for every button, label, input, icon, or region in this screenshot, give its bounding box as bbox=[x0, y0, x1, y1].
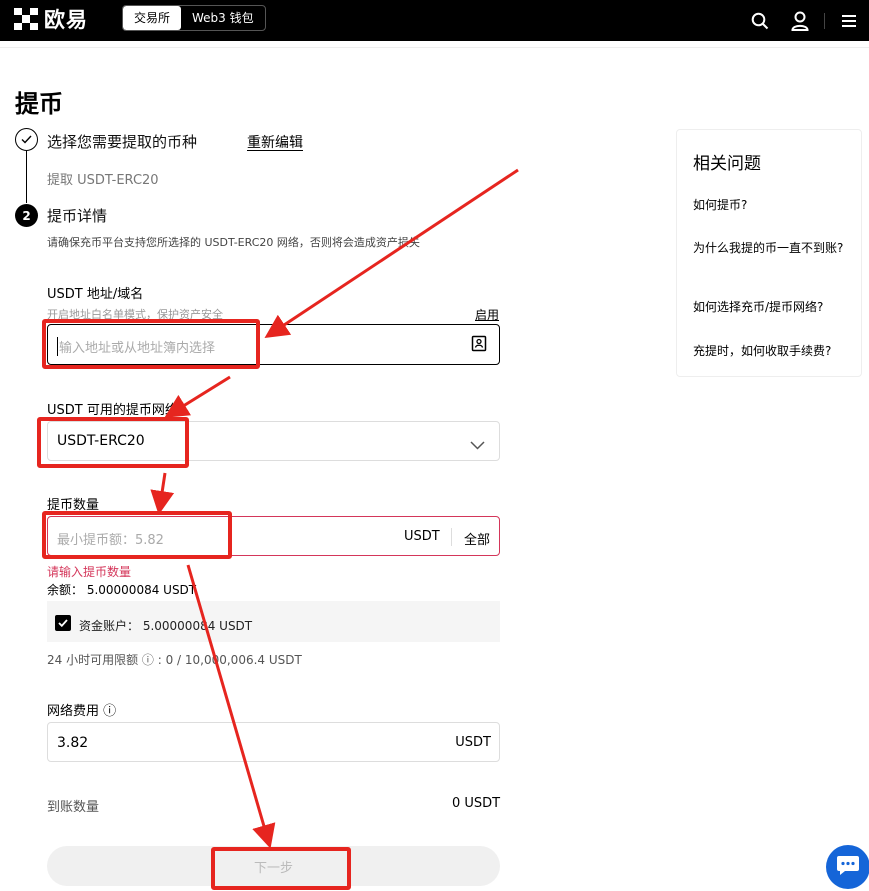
network-label: USDT 可用的提币网络 bbox=[47, 403, 178, 418]
whitelist-hint: 开启地址白名单模式，保护资产安全 bbox=[47, 308, 223, 321]
address-book-icon[interactable] bbox=[471, 335, 487, 356]
network-warning: 请确保充币平台支持您所选择的 USDT-ERC20 网络，否则将会造成资产损失 bbox=[47, 236, 420, 249]
faq-link[interactable]: 充提时，如何收取手续费? bbox=[693, 343, 853, 360]
amount-placeholder: 最小提币额：5.82 bbox=[57, 533, 164, 548]
amount-divider bbox=[451, 528, 452, 546]
annotation-arrow bbox=[164, 375, 231, 418]
next-step-button[interactable]: 下一步 bbox=[47, 846, 500, 886]
step2-number: 2 bbox=[15, 204, 38, 227]
whitelist-enable-link[interactable]: 启用 bbox=[475, 306, 499, 323]
user-icon[interactable] bbox=[780, 0, 820, 41]
platform-switcher: 交易所 Web3 钱包 bbox=[122, 5, 266, 31]
menu-icon[interactable] bbox=[829, 0, 869, 41]
network-fee-input[interactable]: 3.82 USDT bbox=[47, 722, 500, 762]
address-label: USDT 地址/域名 bbox=[47, 287, 144, 302]
amount-error: 请输入提币数量 bbox=[47, 565, 132, 579]
fund-account-panel: 资金账户： 5.00000084 USDT bbox=[47, 601, 500, 642]
chat-icon bbox=[836, 854, 860, 880]
fund-account-balance: 资金账户： 5.00000084 USDT bbox=[79, 619, 253, 633]
address-placeholder: 输入地址或从地址簿内选择 bbox=[57, 337, 215, 356]
step1-title: 选择您需要提取的币种 bbox=[47, 133, 198, 151]
brand-name: 欧易 bbox=[44, 8, 88, 32]
step1-selected-coin: 提取 USDT-ERC20 bbox=[47, 173, 159, 188]
faq-link[interactable]: 如何提币? bbox=[693, 197, 853, 214]
related-questions-title: 相关问题 bbox=[693, 154, 761, 174]
top-navigation-bar: 欧易 交易所 Web3 钱包 bbox=[0, 0, 869, 41]
fee-label: 网络费用 ⓘ bbox=[47, 704, 117, 719]
okx-logo[interactable]: 欧易 bbox=[14, 7, 88, 32]
annotation-arrow bbox=[150, 472, 175, 515]
okx-logo-icon bbox=[14, 8, 38, 30]
daily-limit: 24 小时可用限额 ⓘ : 0 / 10,000,006.4 USDT bbox=[47, 653, 302, 667]
header-divider-line bbox=[0, 47, 869, 48]
network-selected-value: USDT-ERC20 bbox=[57, 433, 145, 449]
re-edit-link[interactable]: 重新编辑 bbox=[247, 132, 303, 152]
chevron-down-icon bbox=[470, 435, 485, 454]
arrival-amount-value: 0 USDT bbox=[452, 796, 501, 811]
fund-account-checkbox[interactable] bbox=[55, 615, 71, 631]
header-divider bbox=[824, 12, 825, 29]
step-connector bbox=[26, 151, 27, 203]
step1-check-icon bbox=[15, 128, 38, 151]
page-title: 提币 bbox=[15, 90, 63, 118]
tab-web3-wallet[interactable]: Web3 钱包 bbox=[181, 6, 265, 30]
amount-unit: USDT bbox=[404, 529, 440, 544]
amount-label: 提币数量 bbox=[47, 498, 100, 513]
faq-link[interactable]: 为什么我提的币一直不到账? bbox=[693, 240, 853, 257]
amount-input[interactable]: 最小提币额：5.82 USDT 全部 bbox=[47, 516, 500, 556]
fee-value: 3.82 bbox=[57, 735, 89, 751]
tab-exchange[interactable]: 交易所 bbox=[123, 6, 182, 30]
search-icon[interactable] bbox=[740, 0, 780, 41]
faq-link[interactable]: 如何选择充币/提币网络? bbox=[693, 299, 853, 316]
header-actions bbox=[740, 0, 869, 41]
max-amount-button[interactable]: 全部 bbox=[464, 529, 490, 548]
fee-unit: USDT bbox=[455, 735, 491, 750]
chat-support-button[interactable] bbox=[826, 845, 869, 889]
balance-text: 余额： 5.00000084 USDT bbox=[47, 583, 197, 597]
related-questions-panel: 相关问题 如何提币? 为什么我提的币一直不到账? 如何选择充币/提币网络? 充提… bbox=[676, 129, 862, 377]
network-select[interactable]: USDT-ERC20 bbox=[47, 421, 500, 461]
address-input[interactable]: 输入地址或从地址簿内选择 bbox=[47, 324, 500, 365]
step2-title: 提币详情 bbox=[47, 207, 108, 225]
arrival-amount-label: 到账数量 bbox=[47, 800, 100, 815]
